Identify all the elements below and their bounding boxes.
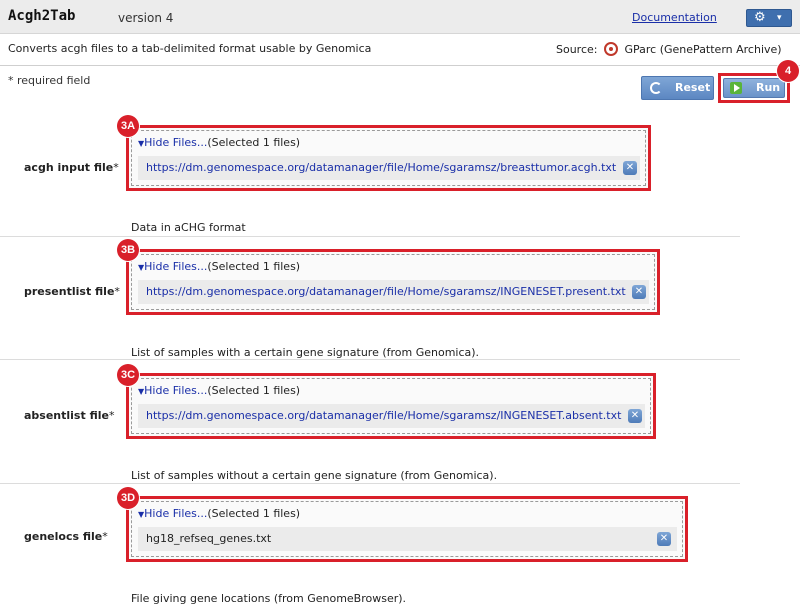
absentlist-file-help: List of samples without a certain gene s… [131,469,498,482]
genelocs-file-label: genelocs file* [24,530,108,543]
callout-badge-acgh: 3A [117,115,139,137]
module-description: Converts acgh files to a tab-delimited f… [8,42,372,55]
module-version: version 4 [118,11,174,25]
source-value: GParc (GenePattern Archive) [624,43,782,56]
hide-files-toggle[interactable]: ▼Hide Files...(Selected 1 files) [138,507,300,520]
hide-files-link[interactable]: Hide Files... [144,384,207,397]
genelocs-file-dropzone[interactable]: ▼Hide Files...(Selected 1 files) hg18_re… [126,496,688,562]
play-icon [730,82,742,94]
chevron-down-icon: ▾ [777,13,782,23]
field-divider [0,359,740,360]
field-label-text: absentlist file [24,409,109,422]
field-label-text: genelocs file [24,530,103,543]
remove-file-icon[interactable]: ✕ [657,532,671,546]
required-star: * [108,409,115,422]
selected-count: (Selected 1 files) [207,384,301,397]
selected-file-row: hg18_refseq_genes.txt ✕ [138,527,677,551]
settings-menu-button[interactable]: ⚙ ▾ [746,9,792,27]
callout-badge-genelocs: 3D [117,487,139,509]
absentlist-file-dropzone[interactable]: ▼Hide Files...(Selected 1 files) https:/… [126,373,656,439]
hide-files-link[interactable]: Hide Files... [144,507,207,520]
gparc-icon [604,42,618,56]
reset-icon [650,82,662,94]
hide-files-link[interactable]: Hide Files... [144,260,207,273]
source-label: Source: [556,43,598,56]
callout-badge-presentlist: 3B [117,239,139,261]
module-source: Source: GParc (GenePattern Archive) [556,42,782,56]
acgh-input-file-dropzone[interactable]: ▼Hide Files...(Selected 1 files) https:/… [126,125,651,191]
reset-button[interactable]: Reset [641,76,714,100]
callout-badge-absentlist: 3C [117,364,139,386]
hide-files-toggle[interactable]: ▼Hide Files...(Selected 1 files) [138,136,300,149]
selected-file-url[interactable]: https://dm.genomespace.org/datamanager/f… [146,409,621,422]
hide-files-toggle[interactable]: ▼Hide Files...(Selected 1 files) [138,384,300,397]
selected-file-row: https://dm.genomespace.org/datamanager/f… [138,156,640,180]
field-divider [0,236,740,237]
callout-badge-run: 4 [777,60,799,82]
header-divider [0,65,800,66]
module-title-bar: Acgh2Tab version 4 Documentation ⚙ ▾ [0,0,800,34]
selected-count: (Selected 1 files) [207,136,301,149]
run-button[interactable]: Run [723,78,785,98]
run-label: Run [756,81,781,94]
hide-files-toggle[interactable]: ▼Hide Files...(Selected 1 files) [138,260,300,273]
required-star: * [102,530,108,543]
selected-count: (Selected 1 files) [207,260,301,273]
selected-count: (Selected 1 files) [207,507,301,520]
acgh-input-file-label: acgh input file* [24,161,119,174]
required-star: * [113,161,119,174]
acgh-input-file-help: Data in aCHG format [131,221,246,234]
presentlist-file-help: List of samples with a certain gene sign… [131,346,480,359]
remove-file-icon[interactable]: ✕ [628,409,642,423]
selected-file-name[interactable]: hg18_refseq_genes.txt [146,532,271,545]
absentlist-file-label: absentlist file* [24,409,114,422]
gear-icon: ⚙ [754,10,766,25]
reset-label: Reset [675,81,711,94]
presentlist-file-dropzone[interactable]: ▼Hide Files...(Selected 1 files) https:/… [126,249,660,315]
required-field-note: * required field [8,74,91,87]
selected-file-row: https://dm.genomespace.org/datamanager/f… [138,280,649,304]
module-name: Acgh2Tab [8,8,76,24]
presentlist-file-label: presentlist file* [24,285,120,298]
field-label-text: presentlist file [24,285,115,298]
selected-file-url[interactable]: https://dm.genomespace.org/datamanager/f… [146,161,616,174]
field-label-text: acgh input file [24,161,114,174]
hide-files-link[interactable]: Hide Files... [144,136,207,149]
selected-file-url[interactable]: https://dm.genomespace.org/datamanager/f… [146,285,626,298]
remove-file-icon[interactable]: ✕ [623,161,637,175]
genelocs-file-help: File giving gene locations (from GenomeB… [131,592,407,605]
required-star: * [114,285,120,298]
selected-file-row: https://dm.genomespace.org/datamanager/f… [138,404,645,428]
remove-file-icon[interactable]: ✕ [632,285,646,299]
field-divider [0,483,740,484]
documentation-link[interactable]: Documentation [632,11,717,24]
